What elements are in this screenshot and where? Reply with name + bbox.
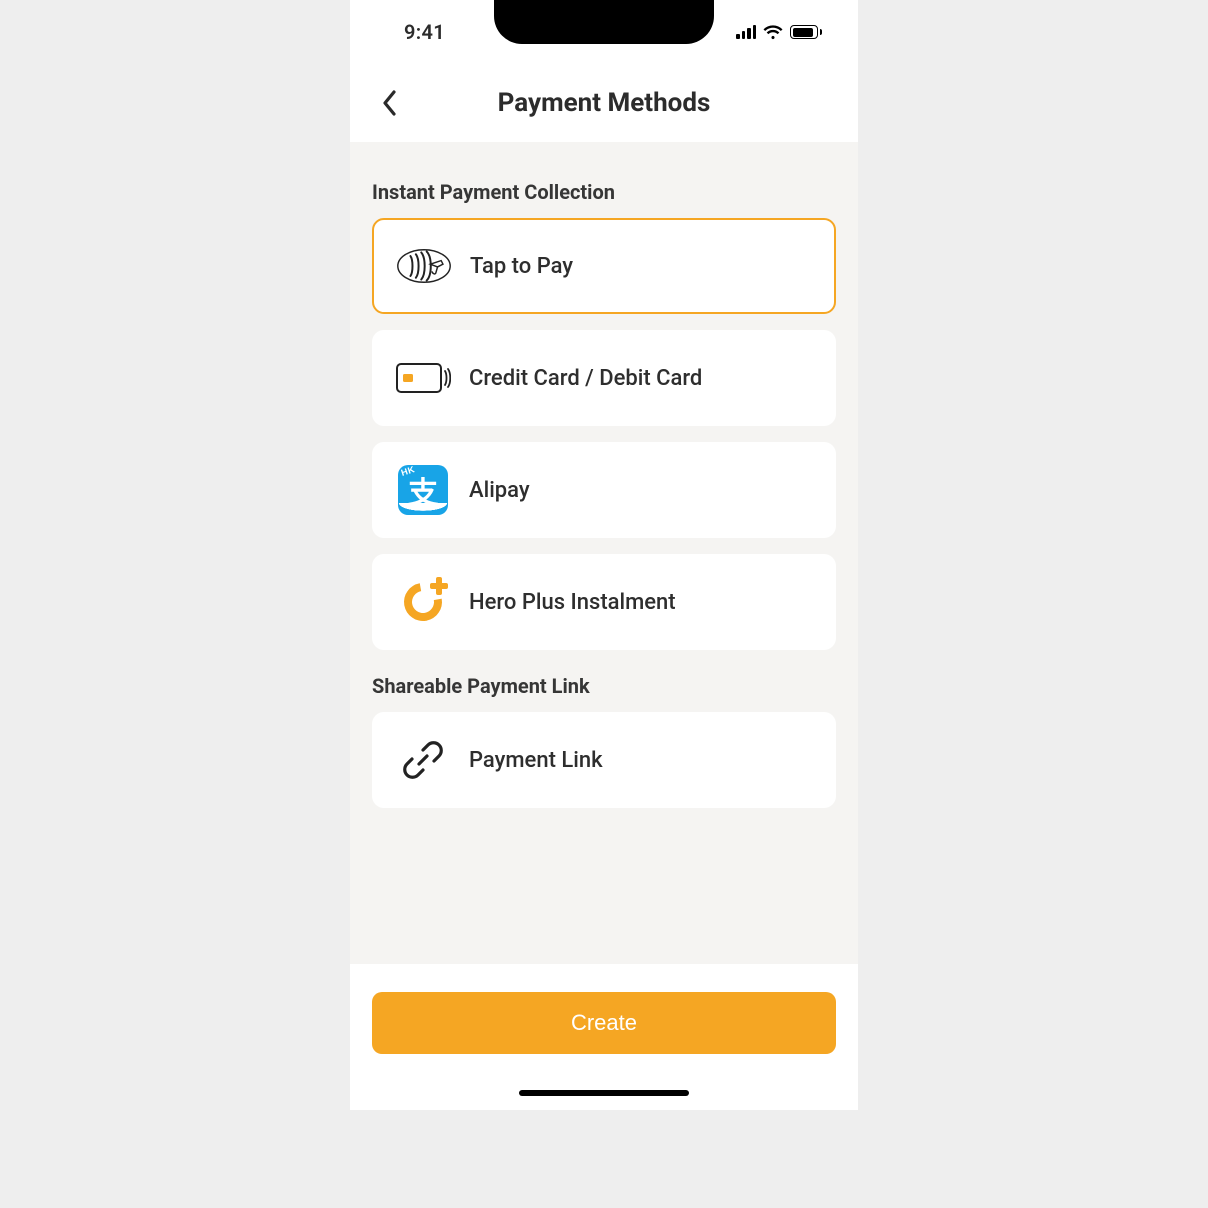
footer-bar: Create [350, 964, 858, 1110]
home-indicator[interactable] [519, 1090, 689, 1096]
page-title: Payment Methods [498, 88, 711, 118]
contactless-icon [396, 238, 452, 294]
payment-option-card[interactable]: Credit Card / Debit Card [372, 330, 836, 426]
payment-option-link[interactable]: Payment Link [372, 712, 836, 808]
section-title-shareable: Shareable Payment Link [372, 674, 836, 698]
option-label: Tap to Pay [470, 254, 573, 279]
battery-icon [790, 25, 822, 39]
payment-option-tap-to-pay[interactable]: Tap to Pay [372, 218, 836, 314]
page-header: Payment Methods [350, 64, 858, 142]
option-label: Alipay [469, 478, 530, 503]
content-area: Instant Payment Collection Tap to Pay [350, 142, 858, 964]
payment-option-alipay[interactable]: HK 支 Alipay [372, 442, 836, 538]
link-icon [395, 732, 451, 788]
status-time: 9:41 [404, 20, 445, 44]
cellular-signal-icon [736, 25, 756, 39]
device-notch [494, 0, 714, 44]
card-icon [395, 350, 451, 406]
alipay-icon: HK 支 [395, 462, 451, 518]
phone-frame: 9:41 Payment Methods Instant Payment Col… [350, 0, 858, 1110]
create-button[interactable]: Create [372, 992, 836, 1054]
payment-option-hero-plus[interactable]: Hero Plus Instalment [372, 554, 836, 650]
option-label: Hero Plus Instalment [469, 590, 676, 615]
option-label: Payment Link [469, 748, 603, 773]
chevron-left-icon [382, 90, 398, 116]
option-label: Credit Card / Debit Card [469, 366, 702, 391]
status-icons [736, 24, 822, 40]
back-button[interactable] [370, 83, 410, 123]
hero-plus-icon [395, 574, 451, 630]
wifi-icon [763, 24, 783, 40]
section-title-instant: Instant Payment Collection [372, 180, 836, 204]
